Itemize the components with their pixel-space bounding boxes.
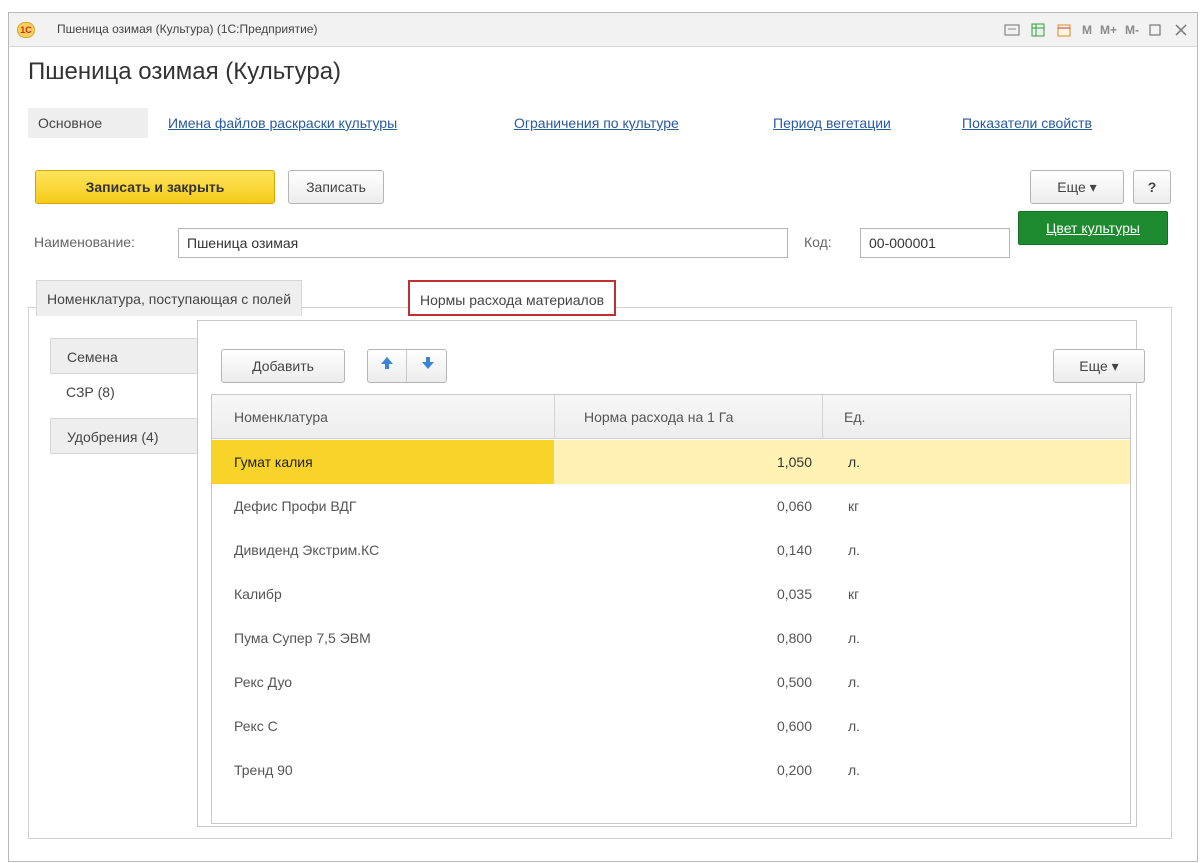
cell-name: Дивиденд Экстрим.КС xyxy=(234,542,380,558)
code-field[interactable]: 00-000001 xyxy=(860,228,1010,258)
move-up-icon[interactable] xyxy=(368,350,407,382)
table-icon[interactable] xyxy=(1028,20,1048,40)
table-row[interactable]: Рекс Дуо 0,500 л. xyxy=(212,660,1130,704)
col-nomenclature[interactable]: Номенклатура xyxy=(212,395,554,439)
calendar-icon[interactable] xyxy=(1054,20,1074,40)
table-header: Номенклатура Норма расхода на 1 Га Ед. xyxy=(212,395,1130,439)
name-field[interactable]: Пшеница озимая xyxy=(178,228,788,258)
close-icon[interactable] xyxy=(1171,20,1191,40)
table-row[interactable]: Пума Супер 7,5 ЭВМ 0,800 л. xyxy=(212,616,1130,660)
more-button[interactable]: Еще ▾ xyxy=(1030,170,1124,204)
memory-plus-button[interactable]: M+ xyxy=(1100,23,1117,37)
name-label: Наименование: xyxy=(34,234,135,250)
cell-unit: л. xyxy=(848,454,861,470)
cell-norm: 0,600 xyxy=(776,718,812,734)
cell-name: Рекс Дуо xyxy=(234,674,293,690)
col-unit[interactable]: Ед. xyxy=(822,395,1122,439)
table-more-button[interactable]: Еще ▾ xyxy=(1053,349,1145,383)
help-button[interactable]: ? xyxy=(1133,170,1171,204)
cell-name: Гумат калия xyxy=(212,440,554,484)
cell-unit: л. xyxy=(848,718,861,734)
cell-norm: 0,035 xyxy=(776,586,812,602)
cell-norm: 0,060 xyxy=(776,498,812,514)
tab-nomenclature-from-fields[interactable]: Номенклатура, поступающая с полей xyxy=(36,280,303,316)
cell-name: Тренд 90 xyxy=(234,762,293,778)
window-title: Пшеница озимая (Культура) (1С:Предприяти… xyxy=(57,22,318,36)
tab-material-norms[interactable]: Нормы расхода материалов xyxy=(408,280,617,316)
memory-m-button[interactable]: M xyxy=(1082,23,1092,37)
table-row[interactable]: Дефис Профи ВДГ 0,060 кг xyxy=(212,484,1130,528)
save-and-close-button[interactable]: Записать и закрыть xyxy=(35,170,275,204)
code-label: Код: xyxy=(804,234,832,250)
cell-name: Пума Супер 7,5 ЭВМ xyxy=(234,630,371,646)
cell-name: Дефис Профи ВДГ xyxy=(234,498,357,514)
cell-name: Рекс С xyxy=(234,718,278,734)
cell-unit: л. xyxy=(848,762,861,778)
norms-table: Номенклатура Норма расхода на 1 Га Ед. Г… xyxy=(211,394,1131,824)
title-bar: 1С Пшеница озимая (Культура) (1С:Предпри… xyxy=(9,13,1197,47)
nav-link-coloring-files[interactable]: Имена файлов раскраски культуры xyxy=(168,108,397,138)
cell-unit: л. xyxy=(848,542,861,558)
maximize-icon[interactable] xyxy=(1145,20,1165,40)
nav-link-properties[interactable]: Показатели свойств xyxy=(962,108,1092,138)
title-bar-controls: M M+ M- xyxy=(996,19,1191,41)
save-button[interactable]: Записать xyxy=(288,170,384,204)
nav-link-vegetation-period[interactable]: Период вегетации xyxy=(773,108,891,138)
nav-main[interactable]: Основное xyxy=(28,108,148,138)
add-button[interactable]: Добавить xyxy=(221,349,345,383)
cell-norm: 0,140 xyxy=(776,542,812,558)
col-norm[interactable]: Норма расхода на 1 Га xyxy=(554,395,822,439)
table-row[interactable]: Рекс С 0,600 л. xyxy=(212,704,1130,748)
table-row[interactable]: Калибр 0,035 кг xyxy=(212,572,1130,616)
cell-unit: кг xyxy=(848,586,860,602)
vtab-fertilizers[interactable]: Удобрения (4) xyxy=(50,418,200,454)
memory-minus-button[interactable]: M- xyxy=(1125,23,1139,37)
cell-norm: 0,200 xyxy=(776,762,812,778)
cell-unit: л. xyxy=(848,674,861,690)
cell-norm: 0,800 xyxy=(776,630,812,646)
cell-unit: л. xyxy=(848,630,861,646)
cell-unit: кг xyxy=(848,498,860,514)
table-row[interactable]: Тренд 90 0,200 л. xyxy=(212,748,1130,792)
table-row[interactable]: Дивиденд Экстрим.КС 0,140 л. xyxy=(212,528,1130,572)
nav-link-restrictions[interactable]: Ограничения по культуре xyxy=(514,108,679,138)
page-title: Пшеница озимая (Культура) xyxy=(28,58,342,85)
app-logo-icon: 1С xyxy=(17,22,35,38)
vtab-seeds[interactable]: Семена xyxy=(50,338,200,374)
table-row[interactable]: Гумат калия 1,050 л. xyxy=(212,440,1130,484)
culture-color-button[interactable]: Цвет культуры xyxy=(1018,211,1168,245)
cell-norm: 0,500 xyxy=(776,674,812,690)
move-buttons xyxy=(367,349,447,383)
cell-norm: 1,050 xyxy=(776,454,812,470)
vtab-szr[interactable]: СЗР (8) xyxy=(50,374,200,410)
link-icon[interactable] xyxy=(1002,20,1022,40)
cell-name: Калибр xyxy=(234,586,282,602)
move-down-icon[interactable] xyxy=(408,350,447,382)
